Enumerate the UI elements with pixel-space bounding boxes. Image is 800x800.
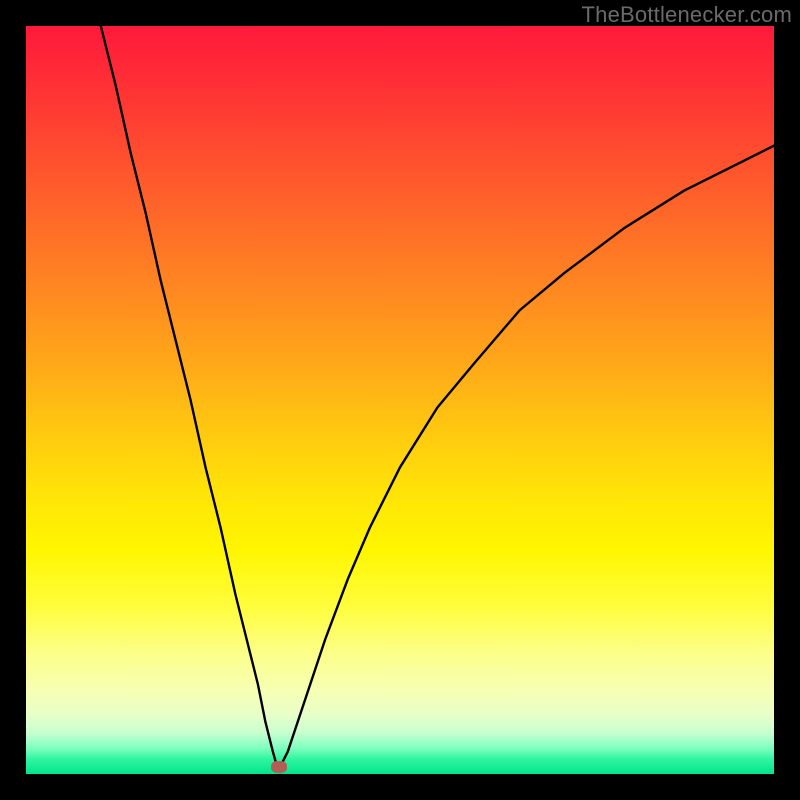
plot-area (26, 26, 774, 774)
bottleneck-curve (26, 26, 774, 774)
optimal-point-marker (271, 761, 287, 773)
chart-frame: TheBottlenecker.com (0, 0, 800, 800)
watermark-text: TheBottlenecker.com (582, 2, 792, 28)
